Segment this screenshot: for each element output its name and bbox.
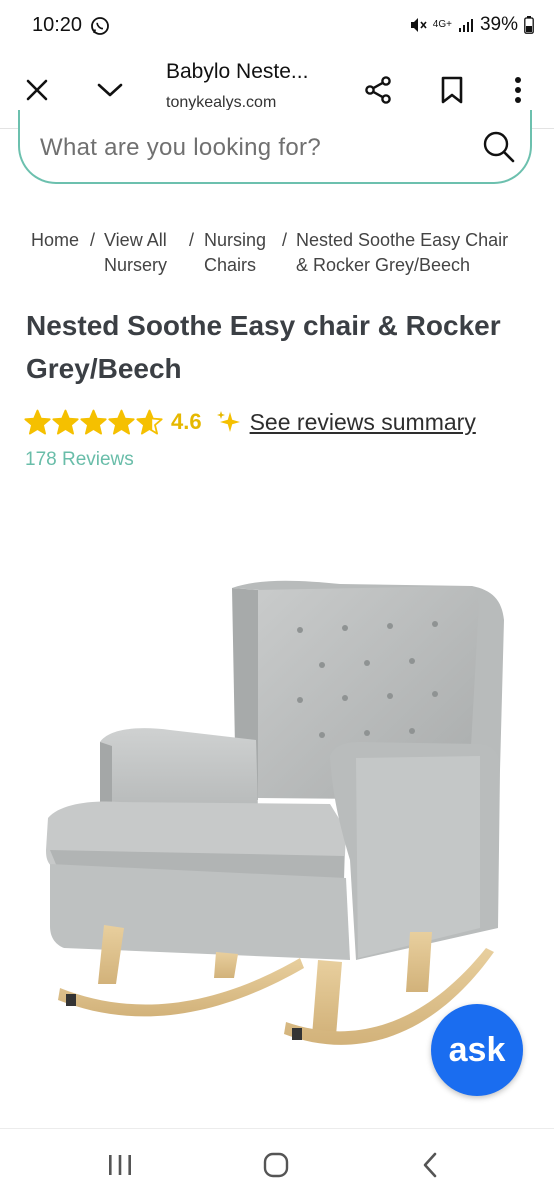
star-full-icon — [108, 409, 135, 434]
breadcrumb-label: Nursery — [104, 255, 168, 275]
mute-icon — [410, 18, 427, 32]
breadcrumb-nursing-chairs[interactable]: Nursing Chairs — [204, 228, 266, 278]
breadcrumb-separator: / — [189, 230, 195, 250]
breadcrumb-label: Chairs — [204, 255, 257, 275]
star-half-icon — [136, 409, 163, 434]
status-bar: 10:20 4G+ 39% — [0, 0, 554, 52]
more-vert-icon — [515, 77, 521, 103]
breadcrumb-label: Nested Soothe Easy Chair — [296, 230, 509, 250]
bookmark-button[interactable] — [432, 70, 472, 110]
share-icon — [365, 76, 391, 104]
star-full-icon — [52, 409, 79, 434]
product-title: Nested Soothe Easy chair & Rocker Grey/B… — [26, 304, 536, 390]
more-options-button[interactable] — [498, 70, 538, 110]
star-rating — [24, 409, 163, 436]
search-input[interactable]: What are you looking for? — [18, 110, 532, 184]
collapse-button[interactable] — [90, 70, 130, 110]
recents-button[interactable] — [100, 1149, 140, 1181]
back-icon — [423, 1152, 437, 1178]
ask-chat-button[interactable]: ask — [431, 1004, 523, 1096]
bookmark-icon — [441, 76, 463, 104]
battery-percent: 39% — [479, 14, 518, 35]
product-image[interactable] — [0, 560, 554, 1080]
breadcrumb-home[interactable]: Home — [31, 228, 79, 253]
rating-row: 4.6 See reviews summary — [24, 406, 476, 438]
back-button[interactable] — [410, 1149, 450, 1181]
search-icon[interactable] — [482, 130, 516, 164]
breadcrumb-view-all-nursery[interactable]: View All Nursery — [104, 228, 167, 278]
home-button[interactable] — [256, 1149, 296, 1181]
page-title: Babylo Neste... — [166, 60, 309, 83]
whatsapp-icon — [91, 17, 109, 35]
search-placeholder: What are you looking for? — [40, 134, 321, 161]
close-icon — [26, 79, 48, 101]
battery-icon — [524, 16, 534, 34]
star-full-icon — [80, 409, 107, 434]
breadcrumb-separator: / — [282, 230, 288, 250]
recents-icon — [109, 1155, 131, 1175]
rating-value: 4.6 — [171, 409, 202, 434]
star-full-icon — [24, 409, 51, 434]
breadcrumb-label: View All — [104, 230, 167, 250]
sparkle-icon — [216, 411, 240, 432]
breadcrumb-label: Nursing — [204, 230, 267, 250]
chevron-down-icon — [97, 83, 123, 97]
home-icon — [263, 1152, 289, 1178]
breadcrumb-current: Nested Soothe Easy Chair & Rocker Grey/B… — [296, 228, 508, 278]
product-title-line: Grey/Beech — [26, 353, 182, 384]
status-time: 10:20 — [32, 14, 83, 36]
breadcrumb-label: & Rocker Grey/Beech — [296, 255, 471, 275]
network-type: 4G+ — [432, 19, 452, 30]
see-reviews-summary-link[interactable]: See reviews summary — [250, 409, 476, 436]
close-tab-button[interactable] — [17, 70, 57, 110]
share-button[interactable] — [358, 70, 398, 110]
breadcrumb-separator: / — [90, 230, 96, 250]
status-icons: 4G+ 39% — [409, 14, 534, 36]
signal-icon — [458, 19, 473, 32]
product-title-line: Nested Soothe Easy chair & Rocker — [26, 310, 501, 341]
review-count-link[interactable]: 178 Reviews — [25, 449, 134, 471]
system-nav-bar — [0, 1128, 554, 1201]
